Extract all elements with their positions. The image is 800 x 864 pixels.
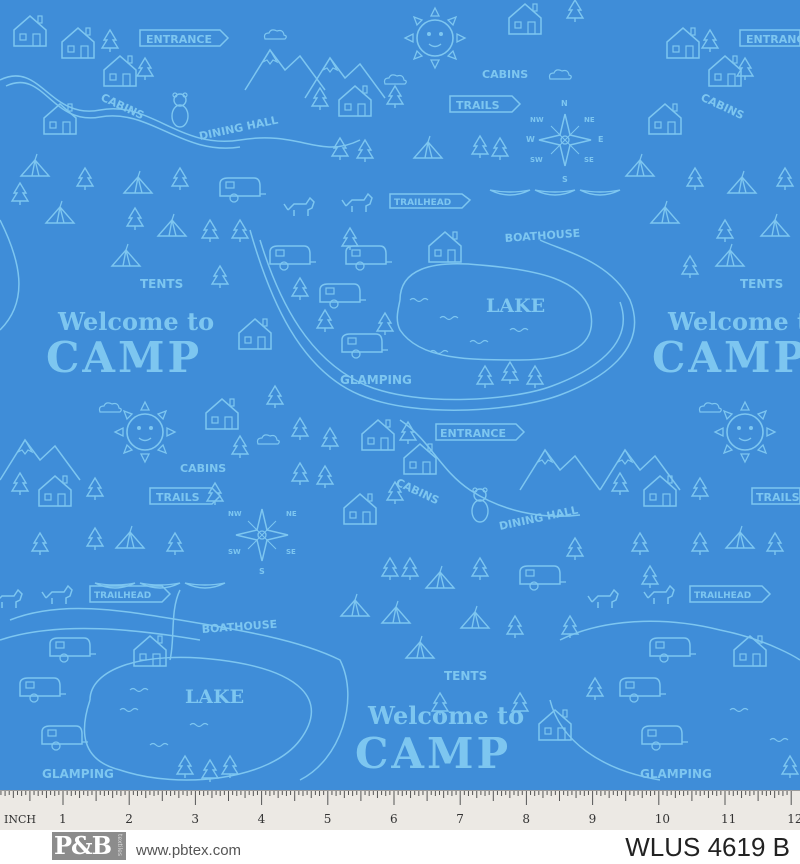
label-tents: TENTS bbox=[740, 277, 783, 291]
ruler-number: 9 bbox=[589, 812, 597, 826]
product-sku: WLUS 4619 B bbox=[625, 832, 790, 862]
ruler-number: 3 bbox=[191, 812, 199, 826]
ruler-number: 8 bbox=[522, 812, 530, 826]
camp-heading: CAMP bbox=[46, 333, 202, 382]
label-trailhead: TRAILHEAD bbox=[694, 591, 751, 601]
compass-nw: NW bbox=[228, 510, 242, 518]
welcome-heading: Welcome to bbox=[57, 307, 214, 336]
brand-logo-subtext: textiles bbox=[116, 834, 123, 856]
ruler-number: 12 bbox=[787, 812, 800, 826]
label-trailhead: TRAILHEAD bbox=[394, 198, 451, 208]
fabric-print: ENTRANCE ENTRANCE ENTRANCE CABINS CABINS… bbox=[0, 0, 800, 790]
ruler-number: 10 bbox=[655, 812, 670, 826]
compass-se: SE bbox=[286, 548, 296, 556]
ruler-number: 11 bbox=[721, 812, 736, 826]
label-lake: LAKE bbox=[486, 295, 545, 317]
label-lake: LAKE bbox=[185, 686, 244, 708]
camp-heading: CAMP bbox=[652, 333, 800, 382]
label-entrance: ENTRANCE bbox=[146, 33, 212, 46]
ruler-number: 4 bbox=[258, 812, 266, 826]
label-glamping: GLAMPING bbox=[42, 767, 114, 781]
compass-sw: SW bbox=[530, 156, 543, 164]
compass-nw: NW bbox=[530, 116, 544, 124]
compass-ne: NE bbox=[286, 510, 297, 518]
label-trails: TRAILS bbox=[756, 491, 800, 504]
compass-w: W bbox=[526, 135, 535, 144]
welcome-heading: Welcome to bbox=[667, 307, 800, 336]
camp-heading: CAMP bbox=[355, 729, 511, 778]
ruler-number: 2 bbox=[125, 812, 133, 826]
compass-n: N bbox=[561, 99, 568, 108]
label-tents: TENTS bbox=[140, 277, 183, 291]
compass-sw: SW bbox=[228, 548, 241, 556]
ruler-number: 7 bbox=[456, 812, 464, 826]
label-trailhead: TRAILHEAD bbox=[94, 591, 151, 601]
website-url: www.pbtex.com bbox=[136, 842, 242, 859]
label-trails: TRAILS bbox=[156, 491, 200, 504]
ruler-number: 1 bbox=[59, 812, 67, 826]
label-entrance: ENTRANCE bbox=[440, 427, 506, 440]
label-entrance: ENTRANCE bbox=[746, 33, 800, 46]
compass-se: SE bbox=[584, 156, 594, 164]
label-cabins: CABINS bbox=[180, 462, 226, 475]
compass-e: E bbox=[598, 135, 603, 144]
welcome-heading: Welcome to bbox=[367, 701, 524, 730]
compass-s: S bbox=[562, 175, 568, 184]
inch-ruler: INCH 1 2 3 4 5 6 7 8 9 10 11 12 bbox=[0, 790, 800, 830]
ruler-unit-label: INCH bbox=[4, 813, 36, 826]
label-glamping: GLAMPING bbox=[340, 373, 412, 387]
ruler-number: 6 bbox=[390, 812, 398, 826]
label-tents: TENTS bbox=[444, 669, 487, 683]
compass-s: S bbox=[259, 567, 265, 576]
compass-ne: NE bbox=[584, 116, 595, 124]
label-trails: TRAILS bbox=[456, 99, 500, 112]
label-glamping: GLAMPING bbox=[640, 767, 712, 781]
brand-logo-text: P&B bbox=[54, 831, 112, 860]
label-cabins: CABINS bbox=[482, 68, 528, 81]
ruler-number: 5 bbox=[324, 812, 332, 826]
